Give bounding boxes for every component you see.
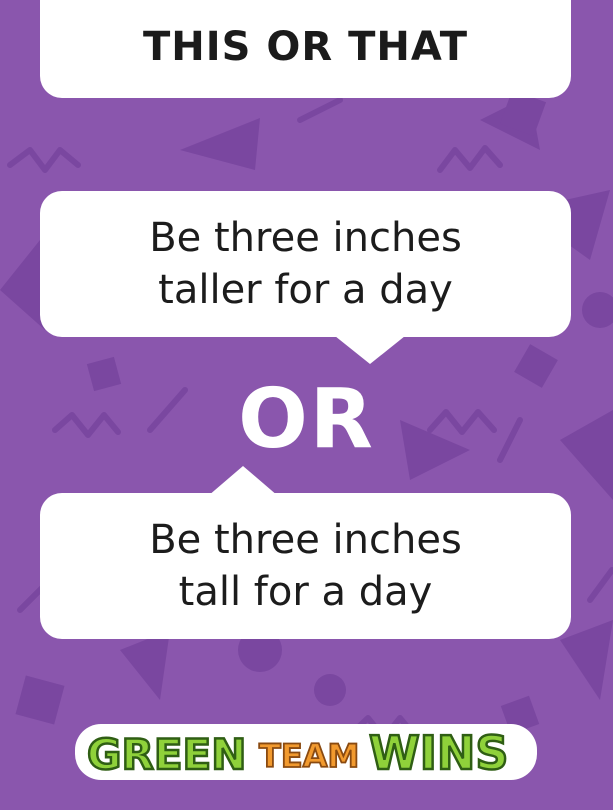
logo-team-word: TEAM <box>259 737 359 775</box>
green-team-wins-logo: GREEN TEAM WINS <box>75 724 537 781</box>
logo-green-word: GREEN <box>87 730 246 779</box>
option-b-text: Be three inches tall for a day <box>149 517 462 615</box>
option-b-card[interactable]: Be three inches tall for a day <box>40 493 571 639</box>
page-title: THIS OR THAT <box>142 24 468 70</box>
or-divider: OR <box>238 372 375 467</box>
logo-wins-word: WINS <box>369 726 508 780</box>
option-b-tail <box>208 466 278 496</box>
option-a-tail <box>335 336 405 364</box>
header-card: THIS OR THAT <box>40 0 571 98</box>
option-a-card[interactable]: Be three inches taller for a day <box>40 191 571 337</box>
option-a-text: Be three inches taller for a day <box>149 215 462 313</box>
